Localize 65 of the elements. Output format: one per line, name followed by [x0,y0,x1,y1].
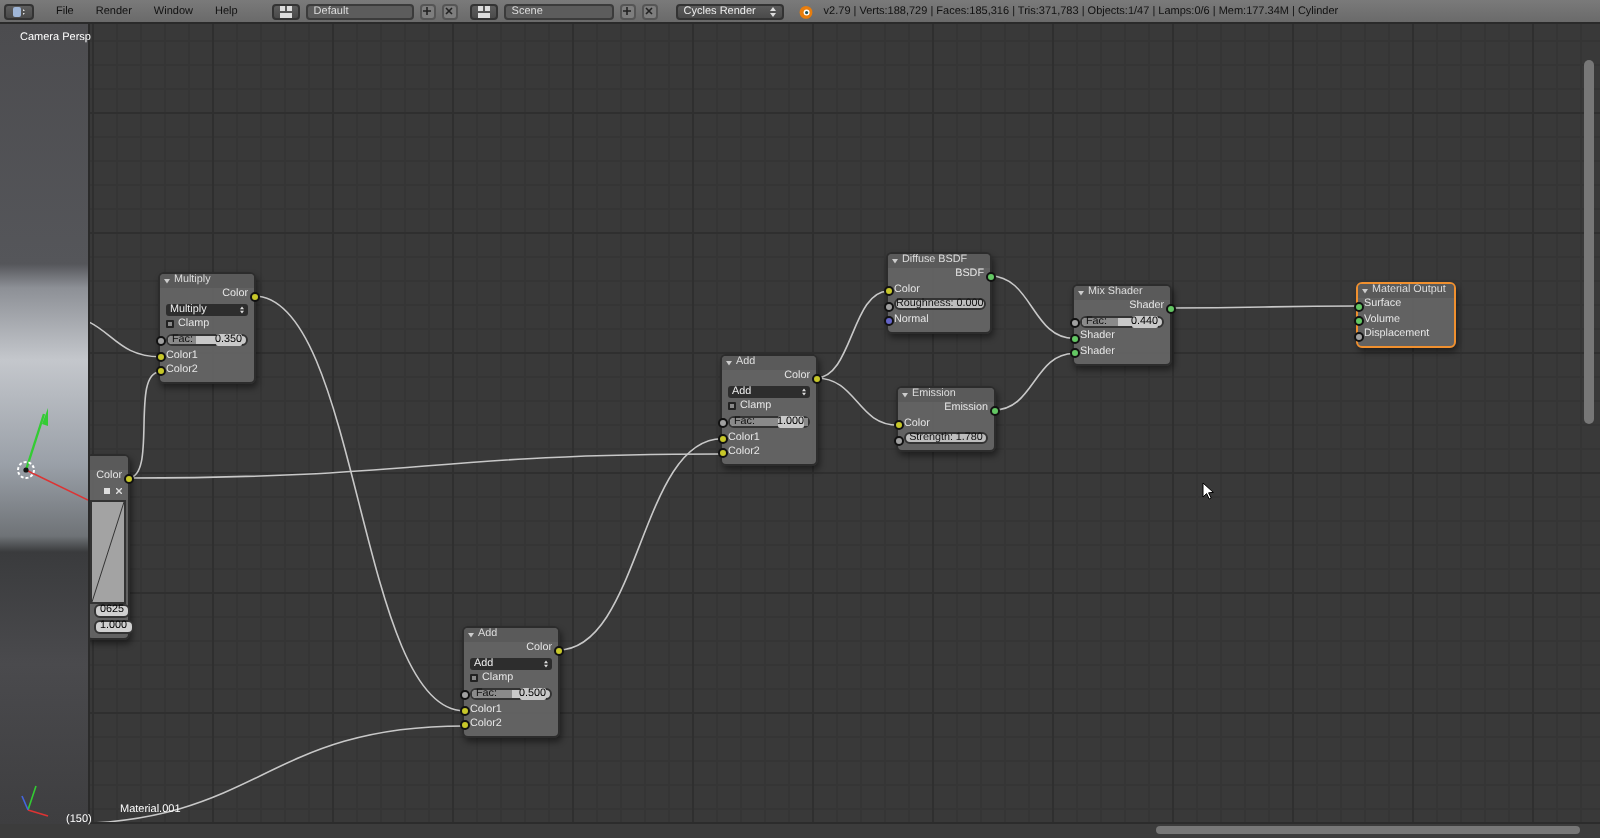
socket-dot[interactable] [123,473,133,483]
collapse-arrow-icon[interactable] [164,277,170,284]
socket-dot[interactable] [1069,318,1079,329]
socket-dot[interactable] [155,366,165,377]
editor-type-button[interactable] [4,3,34,19]
socket-dot[interactable] [459,720,469,731]
layout-icon [279,5,292,17]
collapse-arrow-icon[interactable] [468,631,474,638]
scene-icon [477,5,490,17]
socket-dot[interactable] [1069,333,1079,344]
socket-dot[interactable] [553,645,563,655]
plus-icon [622,6,633,16]
transform-gizmo-drawing [17,408,88,501]
curve-graph[interactable] [90,499,126,604]
mouse-pointer-icon [1202,482,1214,500]
socket-dot[interactable] [1165,303,1175,313]
updown-arrow-icon [802,387,806,396]
layout-button[interactable] [271,3,300,19]
close-icon[interactable] [116,488,122,495]
collapse-arrow-icon[interactable] [726,359,732,366]
blender-logo-icon [797,3,814,19]
collapse-arrow-icon[interactable] [1362,287,1368,294]
collapse-arrow-icon[interactable] [892,257,898,264]
viewport-render[interactable] [0,24,90,824]
updown-arrow-icon [544,659,548,668]
updown-arrow-icon [240,305,244,314]
scrollbar[interactable] [1156,826,1580,834]
close-icon [644,6,655,16]
socket-dot[interactable] [893,420,903,431]
close-icon [444,6,455,16]
socket-dot[interactable] [1353,301,1363,311]
close-button[interactable] [441,3,458,19]
socket-dot[interactable] [883,316,893,327]
socket-dot[interactable] [155,336,165,347]
scrollbar[interactable] [1584,60,1594,424]
clamp-checkbox[interactable] [470,674,478,683]
collapse-arrow-icon[interactable] [1078,289,1084,296]
updown-arrow-icon [769,5,776,17]
close-button[interactable] [641,3,658,19]
socket-dot[interactable] [893,435,903,446]
scene-button[interactable] [469,3,498,19]
socket-dot[interactable] [155,351,165,362]
socket-dot[interactable] [249,291,259,301]
axis-gizmo-drawing [21,785,49,817]
collapse-arrow-icon[interactable] [902,391,908,398]
socket-dot[interactable] [1069,348,1079,359]
socket-dot[interactable] [1353,331,1363,342]
clamp-checkbox[interactable] [166,320,174,329]
socket-dot[interactable] [989,405,999,415]
info-icon [12,5,26,17]
socket-dot[interactable] [459,705,469,716]
socket-dot[interactable] [717,448,727,459]
socket-dot[interactable] [717,433,727,444]
socket-dot[interactable] [459,690,469,701]
socket-dot[interactable] [883,301,893,312]
square-icon[interactable] [104,488,110,495]
socket-dot[interactable] [883,286,893,297]
clamp-checkbox[interactable] [728,402,736,411]
socket-dot[interactable] [717,418,727,429]
add-button[interactable] [419,3,436,19]
add-button[interactable] [619,3,636,19]
plus-icon [422,6,433,16]
socket-dot[interactable] [985,271,995,281]
socket-dot[interactable] [1353,316,1363,327]
socket-dot[interactable] [811,373,821,383]
